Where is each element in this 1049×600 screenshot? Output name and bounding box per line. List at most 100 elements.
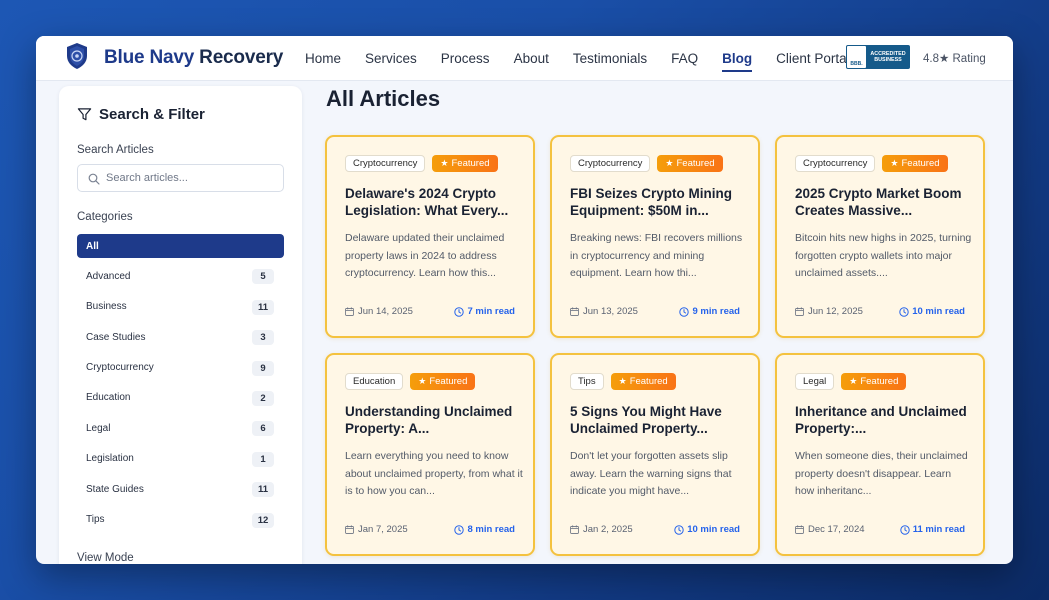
read-time-text: 10 min read bbox=[912, 306, 965, 317]
category-education[interactable]: Education 2 bbox=[77, 386, 284, 410]
article-title[interactable]: 2025 Crypto Market Boom Creates Massive.… bbox=[795, 185, 975, 219]
clock-icon bbox=[679, 306, 690, 317]
article-title[interactable]: Delaware's 2024 Crypto Legislation: What… bbox=[345, 185, 525, 219]
article-title[interactable]: Inheritance and Unclaimed Property:... bbox=[795, 403, 975, 437]
nav-services[interactable]: Services bbox=[365, 36, 417, 81]
article-date-text: Jan 7, 2025 bbox=[358, 524, 408, 535]
browser-window: Blue Navy Recovery Home Services Process… bbox=[36, 36, 1013, 564]
featured-badge: ★ Featured bbox=[410, 373, 476, 390]
category-tag: Legal bbox=[795, 373, 835, 390]
page-title: All Articles bbox=[326, 86, 441, 111]
category-name: Business bbox=[86, 301, 127, 313]
nav-testimonials[interactable]: Testimonials bbox=[573, 36, 647, 81]
category-legal[interactable]: Legal 6 bbox=[77, 416, 284, 440]
category-count: 2 bbox=[252, 390, 274, 406]
nav-faq[interactable]: FAQ bbox=[671, 36, 698, 81]
category-name: State Guides bbox=[86, 483, 144, 495]
article-date-text: Jun 14, 2025 bbox=[358, 306, 413, 317]
calendar-icon bbox=[795, 525, 804, 534]
category-name: Legal bbox=[86, 422, 111, 434]
card-tags: Cryptocurrency ★ Featured bbox=[345, 155, 498, 172]
category-business[interactable]: Business 11 bbox=[77, 295, 284, 319]
category-name: Legislation bbox=[86, 453, 134, 465]
article-excerpt: Breaking news: FBI recovers millions in … bbox=[570, 232, 743, 279]
article-excerpt: When someone dies, their unclaimed prope… bbox=[795, 450, 968, 497]
category-case-studies[interactable]: Case Studies 3 bbox=[77, 325, 284, 349]
calendar-icon bbox=[345, 307, 354, 316]
category-name: All bbox=[86, 240, 99, 252]
article-date: Jan 2, 2025 bbox=[570, 524, 633, 535]
bbb-accredited-badge: BBB. ACCREDITED BUSINESS bbox=[846, 45, 910, 69]
article-card[interactable]: Cryptocurrency ★ Featured 2025 Crypto Marke… bbox=[775, 135, 985, 338]
bbb-torch-icon: BBB. bbox=[847, 46, 866, 68]
featured-badge: ★ Featured bbox=[610, 373, 676, 390]
nav-process[interactable]: Process bbox=[441, 36, 490, 81]
star-icon: ★ bbox=[440, 158, 449, 168]
nav-about[interactable]: About bbox=[514, 36, 549, 81]
brand-name-part1: Blue Navy bbox=[104, 47, 195, 68]
search-icon bbox=[88, 173, 100, 185]
category-cryptocurrency[interactable]: Cryptocurrency 9 bbox=[77, 356, 284, 380]
article-date: Jun 14, 2025 bbox=[345, 306, 413, 317]
article-title[interactable]: FBI Seizes Crypto Mining Equipment: $50M… bbox=[570, 185, 750, 219]
featured-label: Featured bbox=[676, 158, 715, 169]
article-card[interactable]: Cryptocurrency ★ Featured Delaware's 2024 C… bbox=[325, 135, 535, 338]
read-time-text: 8 min read bbox=[467, 524, 515, 535]
clock-icon bbox=[454, 306, 465, 317]
article-excerpt: Bitcoin hits new highs in 2025, turning … bbox=[795, 232, 972, 279]
article-date: Jan 7, 2025 bbox=[345, 524, 408, 535]
clock-icon bbox=[674, 524, 684, 535]
article-date-text: Jun 12, 2025 bbox=[808, 306, 863, 317]
nav-home[interactable]: Home bbox=[305, 36, 341, 81]
category-all[interactable]: All bbox=[77, 234, 284, 258]
shield-logo-icon[interactable] bbox=[66, 42, 88, 70]
calendar-icon bbox=[795, 307, 804, 316]
featured-label: Featured bbox=[860, 376, 899, 387]
category-tag: Tips bbox=[570, 373, 604, 390]
category-state-guides[interactable]: State Guides 11 bbox=[77, 477, 284, 501]
category-name: Cryptocurrency bbox=[86, 362, 154, 374]
article-excerpt: Delaware updated their unclaimed propert… bbox=[345, 232, 505, 279]
category-legislation[interactable]: Legislation 1 bbox=[77, 447, 284, 471]
search-input[interactable] bbox=[106, 170, 276, 186]
nav-client-portal[interactable]: Client Portal bbox=[776, 36, 850, 81]
star-icon: ★ bbox=[618, 376, 627, 386]
category-count: 11 bbox=[252, 482, 274, 498]
article-date-text: Jan 2, 2025 bbox=[583, 524, 633, 535]
brand-name[interactable]: Blue Navy Recovery bbox=[104, 47, 283, 69]
view-mode-label: View Mode bbox=[77, 552, 134, 564]
nav-blog[interactable]: Blog bbox=[722, 36, 753, 81]
article-card[interactable]: Legal ★ Featured Inheritance and Unclaimed … bbox=[775, 353, 985, 556]
category-tag: Education bbox=[345, 373, 404, 390]
article-card[interactable]: Education ★ Featured Understanding Unclaime… bbox=[325, 353, 535, 556]
star-icon: ★ bbox=[665, 158, 674, 168]
read-time: 11 min read bbox=[900, 524, 965, 535]
read-time-text: 11 min read bbox=[912, 524, 965, 535]
article-date: Jun 12, 2025 bbox=[795, 306, 863, 317]
category-tips[interactable]: Tips 12 bbox=[77, 508, 284, 532]
main-menu: Home Services Process About Testimonials… bbox=[305, 36, 874, 81]
top-navbar: Blue Navy Recovery Home Services Process… bbox=[36, 36, 1013, 81]
article-excerpt: Don't let your forgotten assets slip awa… bbox=[570, 450, 732, 497]
article-title[interactable]: 5 Signs You Might Have Unclaimed Propert… bbox=[570, 403, 750, 437]
featured-label: Featured bbox=[451, 158, 490, 169]
star-icon: ★ bbox=[849, 376, 858, 386]
filter-icon bbox=[77, 108, 92, 121]
article-date: Jun 13, 2025 bbox=[570, 306, 638, 317]
category-tag: Cryptocurrency bbox=[795, 155, 876, 172]
category-tag: Cryptocurrency bbox=[570, 155, 651, 172]
article-title[interactable]: Understanding Unclaimed Property: A... bbox=[345, 403, 525, 437]
category-tag: Cryptocurrency bbox=[345, 155, 426, 172]
featured-badge: ★ Featured bbox=[841, 373, 907, 390]
read-time: 9 min read bbox=[679, 306, 740, 317]
sidebar-title: Search & Filter bbox=[77, 106, 205, 123]
category-count: 1 bbox=[252, 451, 274, 467]
category-count: 11 bbox=[252, 299, 274, 315]
calendar-icon bbox=[345, 525, 354, 534]
filter-sidebar: Search & Filter Search Articles Categori… bbox=[59, 86, 302, 564]
read-time: 8 min read bbox=[454, 524, 515, 535]
category-name: Case Studies bbox=[86, 331, 146, 343]
category-advanced[interactable]: Advanced 5 bbox=[77, 264, 284, 288]
article-card[interactable]: Cryptocurrency ★ Featured FBI Seizes Crypto… bbox=[550, 135, 760, 338]
article-card[interactable]: Tips ★ Featured 5 Signs You Might Have Uncl… bbox=[550, 353, 760, 556]
